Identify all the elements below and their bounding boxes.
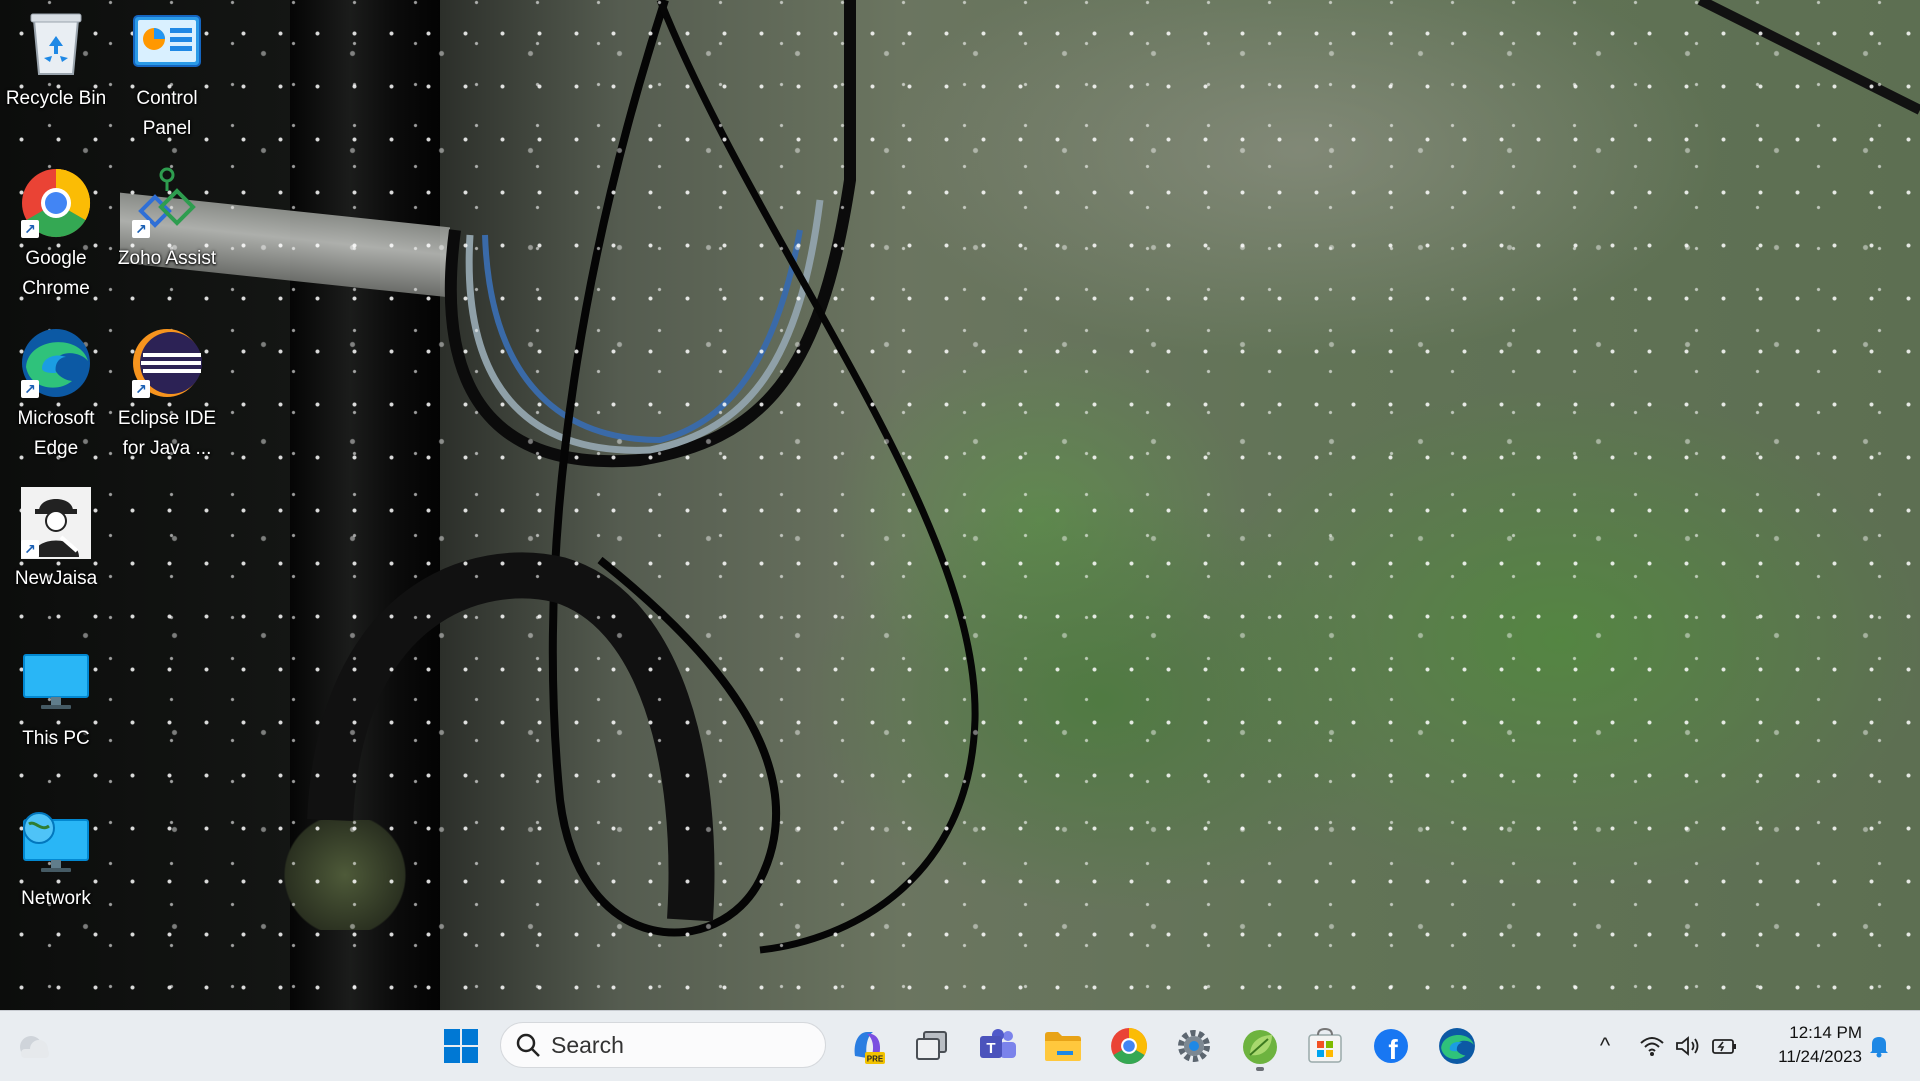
desktop-icon-label: Eclipse IDE for Java ... (117, 408, 217, 459)
edge-icon: ↗ (19, 326, 93, 400)
folder-icon (1045, 1032, 1081, 1061)
newjaisa-icon: ↗ (19, 486, 93, 560)
desktop-icon-this-pc[interactable]: This PC (1, 640, 111, 790)
clock-time: 12:14 PM (1789, 1023, 1862, 1042)
chrome-taskbar-button[interactable] (1104, 1021, 1154, 1071)
notification-bell-icon[interactable] (1864, 1029, 1894, 1063)
wallpaper-cables (307, 0, 1920, 954)
facebook-glyph: f (1388, 1034, 1398, 1065)
settings-button[interactable] (1169, 1021, 1219, 1071)
desktop-icon-google-chrome[interactable]: ↗ Google Chrome (1, 160, 111, 310)
search-icon (516, 1033, 540, 1057)
desktop-icon-zoho-assist[interactable]: ↗ Zoho Assist (112, 160, 222, 310)
spring-tool-running-indicator (1256, 1067, 1264, 1071)
shortcut-arrow-icon: ↗ (21, 540, 39, 558)
this-pc-icon (19, 646, 93, 720)
desktop-icon-control-panel[interactable]: Control Panel (112, 0, 222, 150)
task-view-button[interactable] (907, 1021, 957, 1071)
shortcut-arrow-icon: ↗ (21, 380, 39, 398)
desktop-icon-network[interactable]: Network (1, 800, 111, 950)
desktop-icon-microsoft-edge[interactable]: ↗ Microsoft Edge (1, 320, 111, 470)
shortcut-arrow-icon: ↗ (132, 380, 150, 398)
copilot-badge: PRE (867, 1055, 884, 1064)
desktop-icon-recycle-bin[interactable]: Recycle Bin (1, 0, 111, 150)
desktop-icon-label: Google Chrome (22, 248, 90, 299)
teams-button[interactable]: T (973, 1021, 1023, 1071)
task-view-icon (916, 1031, 947, 1060)
desktop-icon-label: Control Panel (136, 88, 198, 139)
spring-tool-button[interactable] (1235, 1021, 1285, 1071)
battery-icon[interactable] (1709, 1029, 1739, 1063)
copilot-icon: PRE (854, 1032, 885, 1064)
windows-start-icon (444, 1029, 478, 1063)
zoho-assist-icon: ↗ (130, 166, 204, 240)
clock-date: 11/24/2023 (1778, 1047, 1862, 1066)
taskbar: Search PRE T f ^ 12:14 PM 11/24/2023 (0, 1010, 1920, 1081)
shortcut-arrow-icon: ↗ (21, 220, 39, 238)
search-label: Search (551, 1031, 624, 1058)
desktop-icon-label: Recycle Bin (5, 88, 107, 109)
store-icon (1308, 1027, 1342, 1063)
spring-leaf-icon (1243, 1030, 1277, 1064)
shortcut-arrow-icon: ↗ (132, 220, 150, 238)
chrome-icon (1111, 1028, 1147, 1064)
recycle-bin-icon (19, 6, 93, 80)
desktop-icon-label: NewJaisa (14, 568, 98, 589)
chrome-icon: ↗ (19, 166, 93, 240)
control-panel-icon (130, 6, 204, 80)
eclipse-icon: ↗ (130, 326, 204, 400)
facebook-button[interactable]: f (1366, 1021, 1416, 1071)
weather-icon (20, 1036, 49, 1058)
teams-glyph: T (986, 1040, 995, 1057)
network-icon (19, 806, 93, 880)
facebook-icon: f (1374, 1029, 1408, 1065)
file-explorer-button[interactable] (1038, 1021, 1088, 1071)
edge-taskbar-button[interactable] (1432, 1021, 1482, 1071)
microsoft-store-button[interactable] (1300, 1021, 1350, 1071)
desktop-wallpaper: Recycle Bin Control Panel ↗ Google Chrom… (0, 0, 1920, 1010)
desktop-icon-label: Microsoft Edge (17, 408, 95, 459)
weather-widget-button[interactable] (9, 1021, 59, 1071)
gear-icon (1178, 1030, 1210, 1062)
wifi-icon[interactable] (1637, 1029, 1667, 1063)
desktop-icon-label: Network (21, 888, 91, 909)
taskbar-search-box[interactable]: Search (500, 1022, 826, 1068)
start-button[interactable] (436, 1021, 486, 1071)
volume-icon[interactable] (1673, 1029, 1703, 1063)
desktop-icon-label: Zoho Assist (117, 248, 217, 269)
copilot-button[interactable]: PRE (842, 1021, 892, 1071)
teams-icon: T (980, 1029, 1016, 1058)
taskbar-clock[interactable]: 12:14 PM 11/24/2023 (1752, 1021, 1862, 1071)
desktop-icon-label: This PC (22, 728, 90, 749)
show-hidden-icons-chevron[interactable]: ^ (1590, 1029, 1620, 1063)
desktop-icon-eclipse-ide[interactable]: ↗ Eclipse IDE for Java ... (112, 320, 222, 470)
desktop-icon-newjaisa[interactable]: ↗ NewJaisa (1, 480, 111, 630)
edge-icon (1439, 1028, 1475, 1064)
